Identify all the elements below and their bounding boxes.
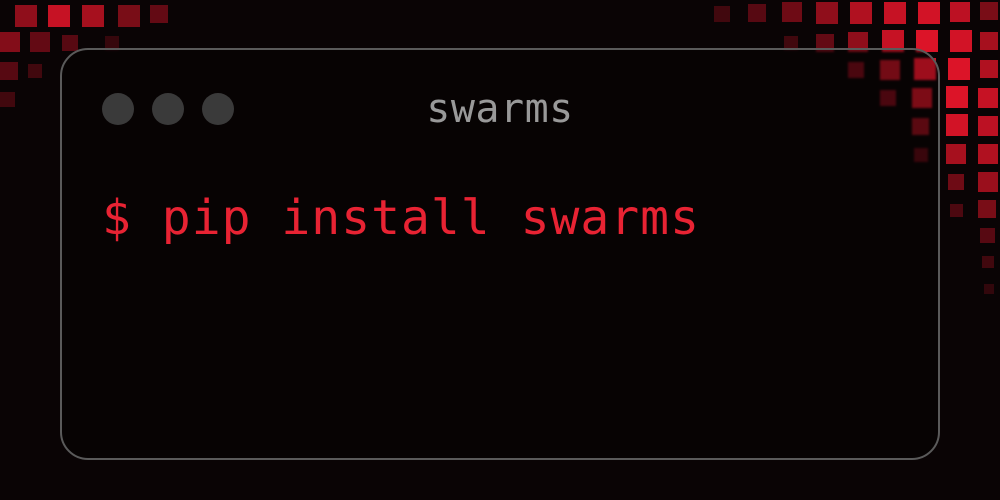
prompt-symbol: $ bbox=[102, 190, 162, 246]
maximize-icon[interactable] bbox=[202, 93, 234, 125]
command-text: pip install swarms bbox=[162, 190, 700, 246]
minimize-icon[interactable] bbox=[152, 93, 184, 125]
traffic-lights bbox=[102, 93, 234, 125]
close-icon[interactable] bbox=[102, 93, 134, 125]
terminal-window: swarms $ pip install swarms bbox=[60, 48, 940, 460]
command-line: $ pip install swarms bbox=[102, 190, 898, 246]
titlebar: swarms bbox=[62, 50, 938, 140]
terminal-body[interactable]: $ pip install swarms bbox=[62, 140, 938, 296]
